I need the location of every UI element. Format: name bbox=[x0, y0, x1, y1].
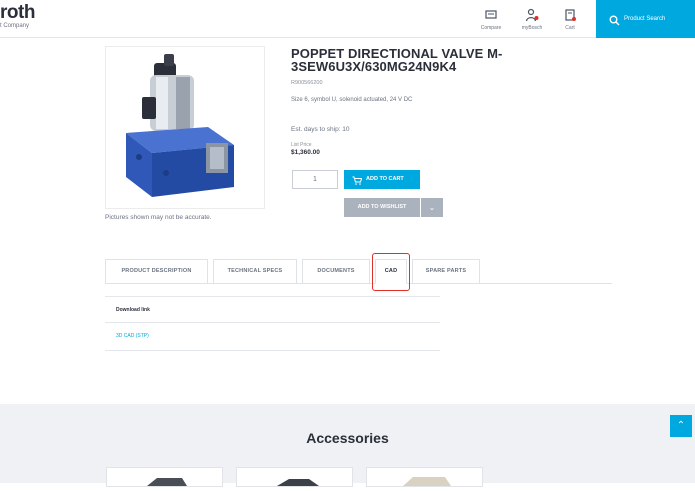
accessory-card[interactable] bbox=[236, 467, 353, 487]
product-title: POPPET DIRECTIONAL VALVE M-3SEW6U3X/630M… bbox=[291, 46, 503, 74]
user-icon bbox=[525, 8, 539, 22]
accessories-title: Accessories bbox=[306, 430, 389, 446]
search-label: Product Search bbox=[624, 16, 666, 22]
chevron-up-icon: ⌃ bbox=[676, 420, 686, 431]
cad-panel: Download link 3D CAD (STP) bbox=[105, 296, 440, 352]
search-icon bbox=[609, 13, 620, 31]
compare-button[interactable]: Compare bbox=[474, 8, 508, 31]
account-label: myBosch bbox=[521, 25, 543, 31]
ship-estimate: Est. days to ship: 10 bbox=[291, 126, 350, 133]
add-to-wishlist-button[interactable]: ADD TO WISHLIST bbox=[344, 198, 420, 217]
product-search-button[interactable]: Product Search bbox=[596, 0, 695, 38]
cart-icon bbox=[352, 175, 363, 194]
brand-subtitle: t Company bbox=[0, 23, 30, 29]
price-value: $1,360.00 bbox=[291, 149, 320, 156]
cad-table-header: Download link bbox=[116, 307, 150, 313]
accessory-image bbox=[147, 478, 187, 486]
add-to-cart-button[interactable]: ADD TO CART bbox=[344, 170, 420, 189]
scroll-to-top-button[interactable]: ⌃ bbox=[670, 415, 692, 437]
tab-spare-parts[interactable]: SPARE PARTS bbox=[412, 259, 480, 284]
tab-product-description[interactable]: PRODUCT DESCRIPTION bbox=[105, 259, 208, 284]
divider bbox=[105, 350, 440, 351]
compare-label: Compare bbox=[480, 25, 502, 31]
chevron-down-icon: ⌄ bbox=[428, 203, 436, 212]
tab-technical-specs[interactable]: TECHNICAL SPECS bbox=[213, 259, 297, 284]
cad-tab-highlight bbox=[372, 253, 410, 291]
divider bbox=[105, 322, 440, 323]
site-header: roth t Company Compare myBosch Cart Prod… bbox=[0, 0, 695, 38]
wishlist-dropdown-button[interactable]: ⌄ bbox=[421, 198, 443, 217]
valve-illustration bbox=[126, 54, 234, 197]
accessory-image bbox=[403, 477, 451, 486]
divider bbox=[105, 296, 440, 297]
brand-logo[interactable]: roth bbox=[0, 3, 35, 22]
cart-icon bbox=[563, 8, 577, 22]
accessory-card[interactable] bbox=[366, 467, 483, 487]
cart-button[interactable]: Cart bbox=[553, 8, 587, 31]
product-image[interactable] bbox=[105, 46, 265, 209]
accessory-card[interactable] bbox=[106, 467, 223, 487]
compare-icon bbox=[484, 8, 498, 22]
accessory-image bbox=[277, 479, 319, 486]
part-number: R900566200 bbox=[291, 80, 323, 86]
image-disclaimer: Pictures shown may not be accurate. bbox=[105, 214, 212, 221]
tab-documents[interactable]: DOCUMENTS bbox=[302, 259, 370, 284]
add-to-cart-label: ADD TO CART bbox=[366, 176, 404, 182]
cart-label: Cart bbox=[565, 25, 575, 31]
account-button[interactable]: myBosch bbox=[515, 8, 549, 31]
quantity-input[interactable]: 1 bbox=[292, 170, 338, 189]
product-description: Size 6, symbol U, solenoid actuated, 24 … bbox=[291, 97, 413, 103]
cad-download-link[interactable]: 3D CAD (STP) bbox=[116, 333, 149, 339]
price-label: List Price bbox=[291, 142, 312, 148]
